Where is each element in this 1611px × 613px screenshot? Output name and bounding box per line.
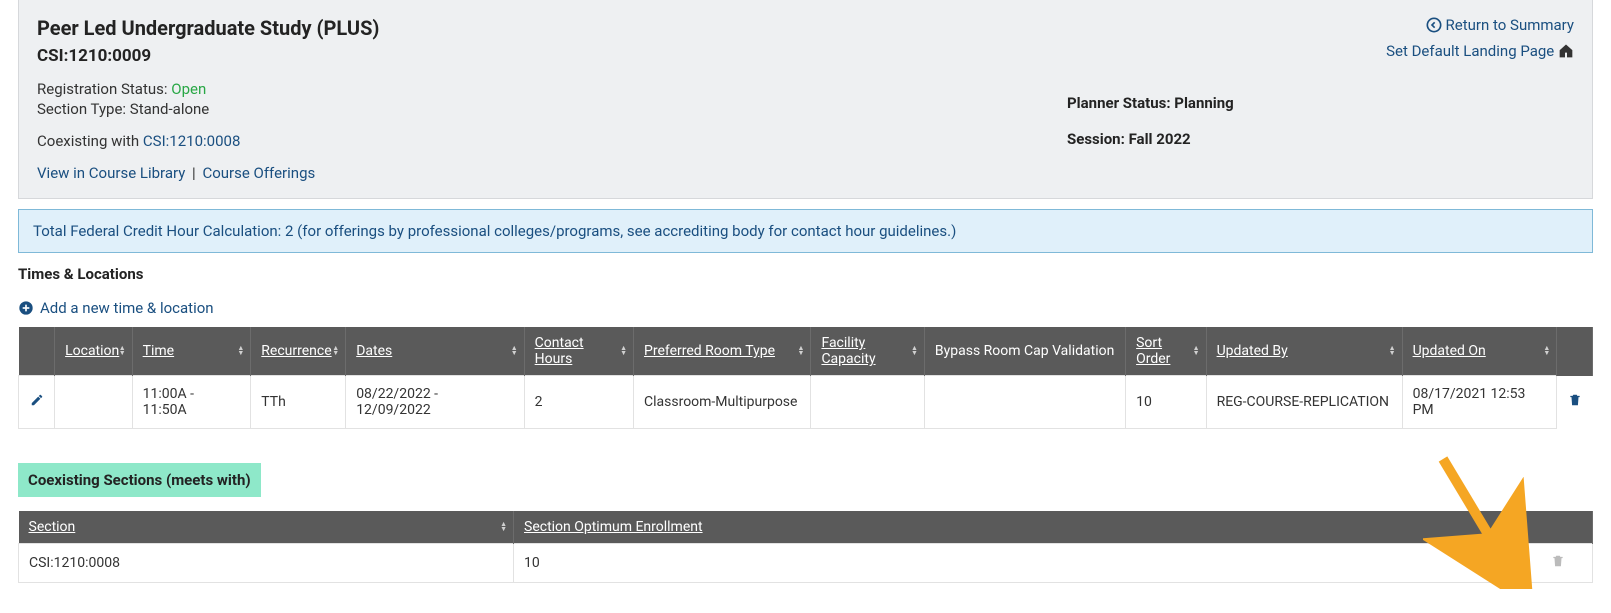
cell-sort-order: 10 — [1126, 376, 1206, 429]
session-label: Session: — [1067, 130, 1125, 148]
planner-block: Planner Status: Planning Session: Fall 2… — [1067, 94, 1234, 166]
col-sort-order[interactable]: Sort Order▲▼ — [1126, 327, 1206, 376]
sort-icon: ▲▼ — [1389, 346, 1396, 356]
col-updated-on[interactable]: Updated On▲▼ — [1402, 327, 1557, 376]
coexisting-link[interactable]: CSI:1210:0008 — [143, 132, 240, 150]
col-edit — [19, 327, 55, 376]
trash-icon — [1551, 554, 1565, 568]
col-delete — [1557, 327, 1593, 376]
coexisting-label: Coexisting with — [37, 132, 139, 150]
sort-icon: ▲▼ — [1509, 522, 1516, 532]
table-row: 11:00A - 11:50A TTh 08/22/2022 - 12/09/2… — [19, 376, 1593, 429]
cell-contact-hours: 2 — [524, 376, 633, 429]
add-time-location-label: Add a new time & location — [40, 299, 214, 317]
session-value: Fall 2022 — [1129, 130, 1191, 148]
registration-status-value: Open — [171, 80, 206, 98]
coexisting-sections-heading: Coexisting Sections (meets with) — [18, 463, 261, 497]
section-type: Section Type: Stand-alone — [37, 100, 1574, 118]
set-default-landing-label: Set Default Landing Page — [1386, 42, 1554, 60]
set-default-landing-link[interactable]: Set Default Landing Page — [1386, 42, 1574, 60]
trash-icon — [1568, 393, 1582, 407]
sort-icon: ▲▼ — [911, 346, 918, 356]
chevron-left-circle-icon — [1426, 17, 1442, 33]
edit-row-button[interactable] — [30, 395, 44, 411]
header-panel: Return to Summary Set Default Landing Pa… — [18, 0, 1593, 199]
col-updated-by[interactable]: Updated By▲▼ — [1206, 327, 1402, 376]
credit-hour-banner: Total Federal Credit Hour Calculation: 2… — [18, 209, 1593, 253]
col-coexist-delete — [1523, 511, 1593, 544]
section-type-value: Stand-alone — [130, 100, 209, 118]
delete-row-button[interactable] — [1568, 395, 1582, 411]
course-title: Peer Led Undergraduate Study (PLUS) — [37, 16, 1574, 40]
delete-coexist-button[interactable] — [1551, 556, 1565, 572]
cell-recurrence: TTh — [251, 376, 346, 429]
return-to-summary-label: Return to Summary — [1446, 16, 1574, 34]
cell-preferred-room: Classroom-Multipurpose — [634, 376, 811, 429]
times-locations-heading: Times & Locations — [18, 265, 1593, 283]
sort-icon: ▲▼ — [500, 522, 507, 532]
view-in-course-library-link[interactable]: View in Course Library — [37, 164, 185, 182]
course-offerings-link[interactable]: Course Offerings — [202, 164, 315, 182]
col-recurrence[interactable]: Recurrence▲▼ — [251, 327, 346, 376]
col-bypass[interactable]: Bypass Room Cap Validation — [924, 327, 1125, 376]
cell-opt-enroll: 10 — [514, 544, 1523, 583]
col-location[interactable]: Location▲▼ — [55, 327, 133, 376]
home-icon — [1558, 43, 1574, 59]
course-code: CSI:1210:0009 — [37, 46, 1574, 66]
col-section[interactable]: Section▲▼ — [19, 511, 514, 544]
sort-icon: ▲▼ — [511, 346, 518, 356]
credit-hour-prefix: Total Federal Credit Hour Calculation: — [33, 222, 285, 240]
col-preferred-room[interactable]: Preferred Room Type▲▼ — [634, 327, 811, 376]
sort-icon: ▲▼ — [1543, 346, 1550, 356]
add-time-location-link[interactable]: Add a new time & location — [18, 299, 214, 317]
cell-dates: 08/22/2022 - 12/09/2022 — [346, 376, 524, 429]
col-contact-hours[interactable]: Contact Hours▲▼ — [524, 327, 633, 376]
cell-bypass — [924, 376, 1125, 429]
sort-icon: ▲▼ — [119, 346, 126, 356]
return-to-summary-link[interactable]: Return to Summary — [1386, 16, 1574, 34]
coexisting-line: Coexisting with CSI:1210:0008 — [37, 132, 1574, 150]
col-time[interactable]: Time▲▼ — [132, 327, 251, 376]
header-links-row: View in Course Library | Course Offering… — [37, 164, 1574, 182]
sort-icon: ▲▼ — [332, 346, 339, 356]
sort-icon: ▲▼ — [620, 346, 627, 356]
col-opt-enroll[interactable]: Section Optimum Enrollment▲▼ — [514, 511, 1523, 544]
col-dates[interactable]: Dates▲▼ — [346, 327, 524, 376]
cell-updated-on: 08/17/2021 12:53 PM — [1402, 376, 1557, 429]
sort-icon: ▲▼ — [237, 346, 244, 356]
plus-circle-icon — [18, 300, 34, 316]
table-row: CSI:1210:0008 10 — [19, 544, 1593, 583]
credit-hour-suffix: (for offerings by professional colleges/… — [293, 222, 956, 240]
planner-status-value: Planning — [1174, 94, 1233, 112]
pencil-icon — [30, 393, 44, 407]
sort-icon: ▲▼ — [798, 346, 805, 356]
registration-status-label: Registration Status: — [37, 80, 168, 98]
cell-section: CSI:1210:0008 — [19, 544, 514, 583]
col-facility-capacity[interactable]: Facility Capacity▲▼ — [811, 327, 924, 376]
cell-time: 11:00A - 11:50A — [132, 376, 251, 429]
cell-location — [55, 376, 133, 429]
sort-icon: ▲▼ — [1193, 346, 1200, 356]
cell-facility-capacity — [811, 376, 924, 429]
planner-status-label: Planner Status: — [1067, 94, 1171, 112]
section-type-label: Section Type: — [37, 100, 126, 118]
cell-updated-by: REG-COURSE-REPLICATION — [1206, 376, 1402, 429]
registration-status: Registration Status: Open — [37, 80, 1574, 98]
times-locations-table: Location▲▼ Time▲▼ Recurrence▲▼ Dates▲▼ C… — [18, 327, 1593, 429]
coexisting-sections-table: Section▲▼ Section Optimum Enrollment▲▼ C… — [18, 511, 1593, 583]
